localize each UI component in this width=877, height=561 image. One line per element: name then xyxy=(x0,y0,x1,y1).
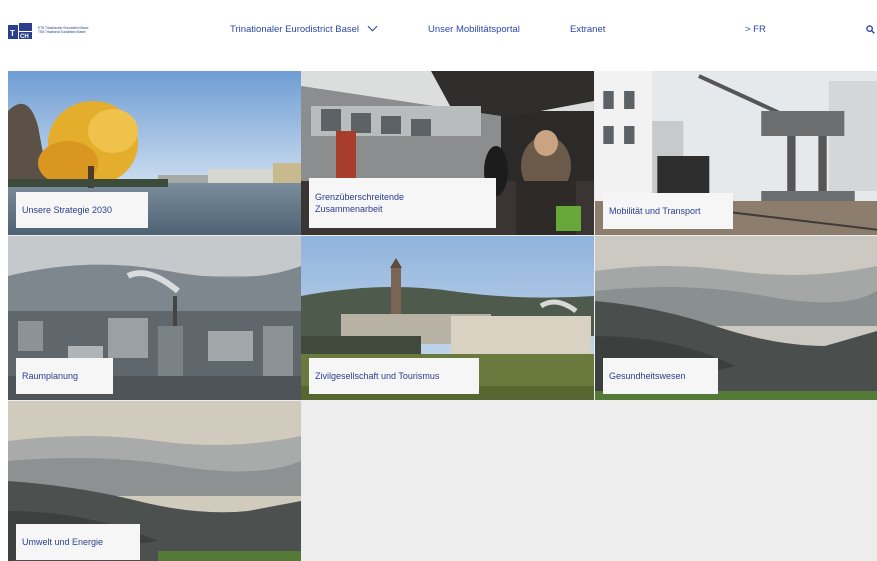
tile-label: Zivilgesellschaft und Tourismus xyxy=(309,358,479,394)
nav-label: Trinationaler Eurodistrict Basel xyxy=(230,24,360,35)
logo-mark: T CH xyxy=(8,23,32,39)
nav-label: Unser Mobilitätsportal xyxy=(428,24,520,35)
search-icon[interactable] xyxy=(866,25,875,34)
language-switch-fr[interactable]: > FR xyxy=(745,24,766,35)
nav-mobilitaetsportal[interactable]: Unser Mobilitätsportal xyxy=(428,24,520,35)
logo-initials-bottom: CH xyxy=(20,34,29,39)
tile-label: Grenzüberschreitende Zusammenarbeit xyxy=(309,178,496,228)
chevron-down-icon xyxy=(367,21,378,32)
tile-label: Gesundheitswesen xyxy=(603,358,718,394)
nav-label: Extranet xyxy=(570,24,606,35)
tile-zivilgesellschaft-und-tourismus[interactable]: Zivilgesellschaft und Tourismus xyxy=(301,236,594,400)
site-header: T CH ETB Trinationaler Eurodistrict Base… xyxy=(0,0,877,62)
nav-trinationaler-eurodistrict-basel[interactable]: Trinationaler Eurodistrict Basel xyxy=(230,21,378,35)
tile-umwelt-und-energie[interactable]: Umwelt und Energie xyxy=(8,401,301,561)
tile-label: Umwelt und Energie xyxy=(16,524,140,560)
tile-label: Raumplanung xyxy=(16,358,113,394)
tile-label: Mobilität und Transport xyxy=(603,193,733,229)
logo[interactable]: T CH ETB Trinationaler Eurodistrict Base… xyxy=(8,23,118,39)
tile-grenzueberschreitende-zusammenarbeit[interactable]: Grenzüberschreitende Zusammenarbeit xyxy=(301,71,594,235)
tile-mobilitaet-und-transport[interactable]: Mobilität und Transport xyxy=(595,71,877,235)
tile-raumplanung[interactable]: Raumplanung xyxy=(8,236,301,400)
logo-line-2: TEB Trinational Eurodistrict Basel xyxy=(38,30,86,35)
tile-gesundheitswesen[interactable]: Gesundheitswesen xyxy=(595,236,877,400)
nav-extranet[interactable]: Extranet xyxy=(570,24,605,35)
logo-initials-top: T xyxy=(10,29,15,38)
tile-label: Unsere Strategie 2030 xyxy=(16,192,148,228)
nav-label: > FR xyxy=(745,24,766,35)
logo-text: ETB Trinationaler Eurodistrict Basel TEB… xyxy=(38,26,118,35)
tile-strategie-2030[interactable]: Unsere Strategie 2030 xyxy=(8,71,301,235)
